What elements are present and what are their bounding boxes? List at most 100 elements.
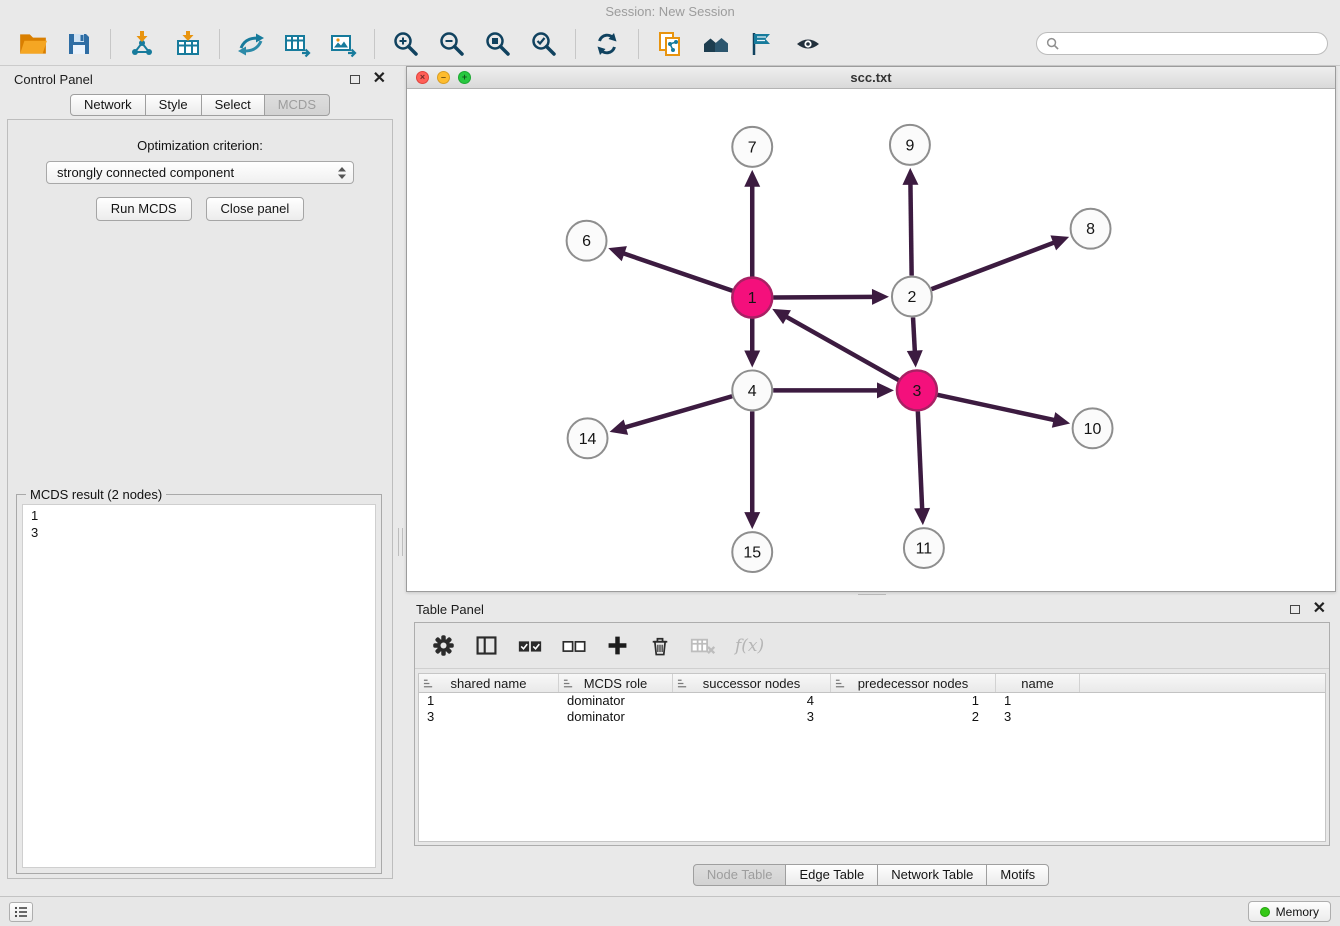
- zoom-window-icon[interactable]: +: [458, 71, 471, 84]
- vertical-splitter[interactable]: [398, 528, 403, 556]
- sort-icon: [677, 678, 688, 689]
- graph-edge-2-3[interactable]: [913, 318, 915, 353]
- tab-network-table[interactable]: Network Table: [877, 864, 987, 886]
- graph-node-9[interactable]: 9: [890, 125, 930, 165]
- mcds-result-title: MCDS result (2 nodes): [26, 487, 166, 502]
- graph-edge-4-14[interactable]: [624, 396, 732, 427]
- function-builder-button[interactable]: f(x): [735, 636, 764, 656]
- table-cell-shared_name[interactable]: 3: [419, 709, 559, 725]
- graph-node-1[interactable]: 1: [732, 278, 772, 318]
- deselect-all-columns-button[interactable]: [561, 636, 587, 656]
- graph-node-3[interactable]: 3: [897, 370, 937, 410]
- table-cell-name[interactable]: 1: [996, 693, 1080, 709]
- graph-edge-3-11[interactable]: [918, 411, 922, 510]
- network-window-titlebar[interactable]: × – + scc.txt: [407, 67, 1335, 89]
- save-session-button[interactable]: [58, 27, 100, 61]
- float-table-panel-icon[interactable]: [1290, 605, 1300, 614]
- export-table-button[interactable]: [276, 27, 318, 61]
- graph-edge-3-1[interactable]: [785, 316, 898, 380]
- show-column-panel-button[interactable]: [474, 633, 499, 658]
- column-header-name[interactable]: name: [996, 674, 1080, 692]
- graph-node-7[interactable]: 7: [732, 127, 772, 167]
- columns-icon: [474, 633, 499, 658]
- graph-node-2[interactable]: 2: [892, 277, 932, 317]
- mcds-result-line[interactable]: 3: [31, 524, 367, 541]
- delete-table-button[interactable]: [690, 634, 717, 658]
- network-overview-button[interactable]: [695, 27, 737, 61]
- tab-mcds[interactable]: MCDS: [264, 94, 330, 116]
- criterion-select[interactable]: strongly connected component: [46, 161, 354, 184]
- table-cell-shared_name[interactable]: 1: [419, 693, 559, 709]
- table-cell-predecessor[interactable]: 1: [831, 693, 996, 709]
- zoom-selected-button[interactable]: [523, 27, 565, 61]
- network-graph[interactable]: 7 9 6 8 1 2 4 3 14 10 15 11: [407, 89, 1335, 591]
- close-panel-button[interactable]: Close panel: [206, 197, 305, 221]
- import-table-button[interactable]: [167, 27, 209, 61]
- import-network-button[interactable]: [121, 27, 163, 61]
- mcds-result-list[interactable]: 13: [22, 504, 376, 868]
- network-canvas[interactable]: 7 9 6 8 1 2 4 3 14 10 15 11: [407, 89, 1335, 591]
- graph-node-10[interactable]: 10: [1073, 408, 1113, 448]
- toggle-details-button[interactable]: [787, 27, 829, 61]
- table-cell-successor[interactable]: 3: [673, 709, 831, 725]
- task-history-button[interactable]: [9, 902, 33, 922]
- refresh-layout-icon: [593, 30, 621, 58]
- graph-node-11[interactable]: 11: [904, 528, 944, 568]
- table-cell-mcds_role[interactable]: dominator: [559, 693, 673, 709]
- zoom-fit-button[interactable]: [477, 27, 519, 61]
- export-network-button[interactable]: [230, 27, 272, 61]
- zoom-in-button[interactable]: [385, 27, 427, 61]
- graph-node-6[interactable]: 6: [567, 221, 607, 261]
- minimize-window-icon[interactable]: –: [437, 71, 450, 84]
- table-cell-successor[interactable]: 4: [673, 693, 831, 709]
- toolbar-separator: [110, 29, 111, 59]
- table-row[interactable]: 3dominator323: [419, 709, 1325, 725]
- delete-column-button[interactable]: [648, 634, 672, 658]
- table-cell-name[interactable]: 3: [996, 709, 1080, 725]
- close-table-panel-icon[interactable]: ✕: [1313, 604, 1326, 614]
- toolbar-search[interactable]: [1036, 32, 1328, 55]
- zoom-out-button[interactable]: [431, 27, 473, 61]
- table-cell-mcds_role[interactable]: dominator: [559, 709, 673, 725]
- tab-edge-table[interactable]: Edge Table: [785, 864, 878, 886]
- graph-edge-1-6[interactable]: [622, 253, 732, 291]
- table-row[interactable]: 1dominator411: [419, 693, 1325, 709]
- graph-node-4[interactable]: 4: [732, 370, 772, 410]
- tab-select[interactable]: Select: [201, 94, 265, 116]
- tab-network[interactable]: Network: [70, 94, 146, 116]
- run-mcds-button[interactable]: Run MCDS: [96, 197, 192, 221]
- float-panel-icon[interactable]: [350, 75, 360, 84]
- graph-node-15[interactable]: 15: [732, 532, 772, 572]
- apply-layout-button[interactable]: [586, 27, 628, 61]
- mcds-result-line[interactable]: 1: [31, 507, 367, 524]
- node-table-header: shared name MCDS role successor nodes: [419, 674, 1325, 693]
- graph-edge-2-9[interactable]: [910, 183, 911, 276]
- table-settings-button[interactable]: [431, 633, 456, 658]
- window-titlebar[interactable]: Session: New Session: [0, 0, 1340, 22]
- select-all-columns-button[interactable]: [517, 636, 543, 656]
- tab-motifs[interactable]: Motifs: [986, 864, 1049, 886]
- network-from-selection-button[interactable]: [649, 27, 691, 61]
- close-panel-icon[interactable]: ✕: [373, 74, 386, 84]
- memory-button[interactable]: Memory: [1248, 901, 1331, 922]
- column-header-successor-nodes[interactable]: successor nodes: [673, 674, 831, 692]
- search-input[interactable]: [1065, 36, 1318, 51]
- column-header-shared-name[interactable]: shared name: [419, 674, 559, 692]
- export-image-button[interactable]: [322, 27, 364, 61]
- graph-edge-1-2[interactable]: [773, 297, 874, 298]
- graph-node-8[interactable]: 8: [1071, 209, 1111, 249]
- fx-icon: f(x): [735, 636, 764, 656]
- graph-node-14[interactable]: 14: [568, 418, 608, 458]
- close-window-icon[interactable]: ×: [416, 71, 429, 84]
- gear-icon: [431, 633, 456, 658]
- add-column-button[interactable]: [605, 633, 630, 658]
- column-header-predecessor-nodes[interactable]: predecessor nodes: [831, 674, 996, 692]
- tab-style[interactable]: Style: [145, 94, 202, 116]
- apply-style-button[interactable]: [741, 27, 783, 61]
- table-cell-predecessor[interactable]: 2: [831, 709, 996, 725]
- graph-edge-2-8[interactable]: [932, 242, 1056, 289]
- tab-node-table[interactable]: Node Table: [693, 864, 787, 886]
- column-header-mcds-role[interactable]: MCDS role: [559, 674, 673, 692]
- graph-edge-3-10[interactable]: [937, 395, 1055, 420]
- open-session-button[interactable]: [12, 27, 54, 61]
